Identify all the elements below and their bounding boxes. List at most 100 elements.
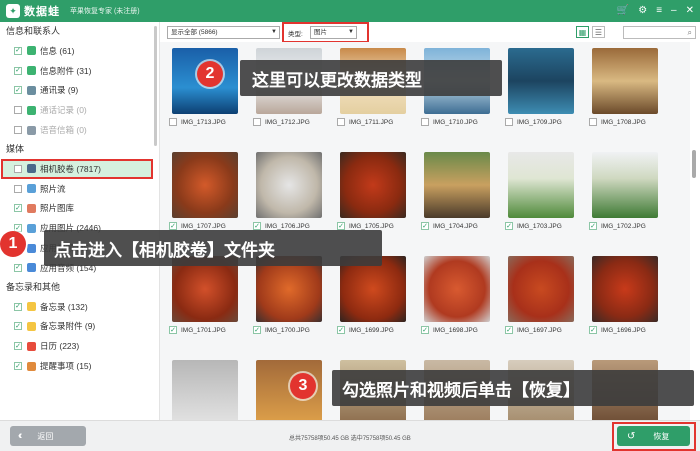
checkbox[interactable] bbox=[14, 164, 22, 173]
photo-item[interactable]: ✓ IMG_1707.JPG bbox=[167, 152, 243, 232]
grid-view-icon[interactable]: ▦ bbox=[576, 26, 589, 38]
photo-thumbnail[interactable] bbox=[256, 152, 322, 218]
checkbox[interactable] bbox=[337, 118, 345, 126]
photo-thumbnail[interactable] bbox=[172, 360, 238, 420]
checkbox[interactable] bbox=[505, 118, 513, 126]
photo-item[interactable]: ✓ IMG_1701.JPG bbox=[167, 256, 243, 336]
checkbox-checked[interactable]: ✓ bbox=[14, 362, 22, 371]
checkbox-checked[interactable]: ✓ bbox=[589, 222, 597, 230]
photo-item[interactable]: IMG_1709.JPG bbox=[503, 48, 579, 128]
photo-item[interactable] bbox=[167, 360, 243, 420]
minimize-icon[interactable]: – bbox=[671, 6, 677, 16]
sidebar-item[interactable]: 通话记录 (0) bbox=[0, 100, 159, 120]
checkbox-checked[interactable]: ✓ bbox=[14, 86, 22, 95]
photo-thumbnail[interactable] bbox=[172, 152, 238, 218]
checkbox-checked[interactable]: ✓ bbox=[589, 326, 597, 334]
checkbox-checked[interactable]: ✓ bbox=[14, 204, 22, 213]
photo-filename: IMG_1698.JPG bbox=[433, 326, 478, 334]
checkbox-checked[interactable]: ✓ bbox=[169, 222, 177, 230]
sidebar-item[interactable]: ✓ 通讯录 (9) bbox=[0, 81, 159, 101]
photo-thumbnail[interactable] bbox=[592, 48, 658, 114]
search-input[interactable]: ⌕ bbox=[623, 26, 696, 39]
checkbox-checked[interactable]: ✓ bbox=[253, 222, 261, 230]
photo-filename: IMG_1704.JPG bbox=[433, 222, 478, 230]
checkbox[interactable] bbox=[169, 118, 177, 126]
photo-item[interactable]: ✓ IMG_1706.JPG bbox=[251, 152, 327, 232]
type-dropdown[interactable]: 图片 ▼ bbox=[310, 26, 357, 39]
checkbox-checked[interactable]: ✓ bbox=[337, 326, 345, 334]
photo-item[interactable]: ✓ IMG_1704.JPG bbox=[419, 152, 495, 232]
sidebar-item[interactable]: ✓ 提醒事项 (15) bbox=[0, 356, 159, 376]
checkbox-checked[interactable]: ✓ bbox=[505, 326, 513, 334]
main-toolbar: 显示全部 (5866) ▼ 类型: 图片 ▼ ▦ ☰ ⌕ bbox=[160, 22, 700, 43]
checkbox[interactable] bbox=[253, 118, 261, 126]
checkbox[interactable] bbox=[14, 184, 22, 193]
photo-thumbnail[interactable] bbox=[424, 152, 490, 218]
sidebar-item[interactable]: ✓ 照片图库 bbox=[0, 199, 159, 219]
close-icon[interactable]: ✕ bbox=[686, 6, 694, 16]
menu-icon[interactable]: ≡ bbox=[656, 6, 662, 16]
checkbox-checked[interactable]: ✓ bbox=[505, 222, 513, 230]
sidebar-item[interactable]: ✓ 信息 (61) bbox=[0, 41, 159, 61]
photo-item[interactable]: ✓ IMG_1705.JPG bbox=[335, 152, 411, 232]
back-button[interactable]: ‹‹ 返回 bbox=[10, 426, 86, 446]
photo-caption: IMG_1709.JPG bbox=[503, 116, 579, 128]
sidebar-item-label: 备忘录 (132) bbox=[40, 301, 88, 312]
sidebar-item[interactable]: ✓ 信息附件 (31) bbox=[0, 61, 159, 81]
photo-thumbnail[interactable] bbox=[508, 152, 574, 218]
photo-item[interactable]: IMG_1713.JPG bbox=[167, 48, 243, 128]
recover-button[interactable]: ↺ 恢复 bbox=[617, 426, 690, 446]
checkbox-checked[interactable]: ✓ bbox=[14, 46, 22, 55]
checkbox-checked[interactable]: ✓ bbox=[14, 322, 22, 331]
sidebar-item[interactable]: ✓ 备忘录 (132) bbox=[0, 297, 159, 317]
photo-thumbnail[interactable] bbox=[592, 152, 658, 218]
settings-icon[interactable]: ⚙ bbox=[638, 6, 647, 16]
checkbox-checked[interactable]: ✓ bbox=[421, 222, 429, 230]
category-icon bbox=[27, 46, 36, 56]
sidebar-item[interactable]: 语音信箱 (0) bbox=[0, 120, 159, 140]
checkbox-checked[interactable]: ✓ bbox=[14, 342, 22, 351]
sidebar-group-title: 媒体 bbox=[6, 143, 25, 154]
photo-item[interactable]: ✓ IMG_1696.JPG bbox=[587, 256, 663, 336]
checkbox[interactable] bbox=[14, 126, 22, 135]
checkbox[interactable] bbox=[421, 118, 429, 126]
checkbox-checked[interactable]: ✓ bbox=[14, 263, 22, 272]
photo-caption: ✓ IMG_1697.JPG bbox=[503, 324, 579, 336]
photo-item[interactable]: ✓ IMG_1703.JPG bbox=[503, 152, 579, 232]
sidebar-item[interactable]: ✓ 日历 (223) bbox=[0, 336, 159, 356]
photo-item[interactable]: ✓ IMG_1702.JPG bbox=[587, 152, 663, 232]
checkbox-checked[interactable]: ✓ bbox=[421, 326, 429, 334]
photo-filename: IMG_1699.JPG bbox=[349, 326, 394, 334]
cart-icon[interactable]: 🛒 bbox=[617, 6, 629, 16]
category-icon bbox=[27, 263, 36, 273]
photo-thumbnail[interactable] bbox=[508, 256, 574, 322]
list-view-icon[interactable]: ☰ bbox=[592, 26, 605, 38]
photo-thumbnail[interactable] bbox=[592, 256, 658, 322]
photo-item[interactable]: ✓ IMG_1700.JPG bbox=[251, 256, 327, 336]
checkbox-checked[interactable]: ✓ bbox=[14, 302, 22, 311]
filter-dropdown[interactable]: 显示全部 (5866) ▼ bbox=[167, 26, 280, 39]
photo-item[interactable]: IMG_1708.JPG bbox=[587, 48, 663, 128]
checkbox[interactable] bbox=[589, 118, 597, 126]
grid-scrollbar[interactable] bbox=[692, 150, 696, 178]
checkbox[interactable] bbox=[14, 106, 22, 115]
photo-thumbnail[interactable] bbox=[340, 152, 406, 218]
photo-item[interactable]: ✓ IMG_1699.JPG bbox=[335, 256, 411, 336]
photo-item[interactable] bbox=[251, 360, 327, 420]
sidebar-scrollbar[interactable] bbox=[154, 26, 157, 146]
sidebar-item[interactable]: 相机胶卷 (7817) bbox=[1, 158, 153, 179]
search-icon[interactable]: ⌕ bbox=[688, 28, 692, 38]
category-icon bbox=[27, 184, 36, 194]
sidebar-item-label: 通讯录 (9) bbox=[40, 85, 79, 96]
sidebar-item[interactable]: 照片流 bbox=[0, 179, 159, 199]
sidebar-item[interactable]: ✓ 备忘录附件 (9) bbox=[0, 317, 159, 337]
category-icon bbox=[27, 85, 36, 95]
checkbox-checked[interactable]: ✓ bbox=[169, 326, 177, 334]
checkbox-checked[interactable]: ✓ bbox=[337, 222, 345, 230]
photo-item[interactable]: ✓ IMG_1698.JPG bbox=[419, 256, 495, 336]
checkbox-checked[interactable]: ✓ bbox=[253, 326, 261, 334]
photo-thumbnail[interactable] bbox=[508, 48, 574, 114]
checkbox-checked[interactable]: ✓ bbox=[14, 66, 22, 75]
photo-thumbnail[interactable] bbox=[424, 256, 490, 322]
photo-item[interactable]: ✓ IMG_1697.JPG bbox=[503, 256, 579, 336]
